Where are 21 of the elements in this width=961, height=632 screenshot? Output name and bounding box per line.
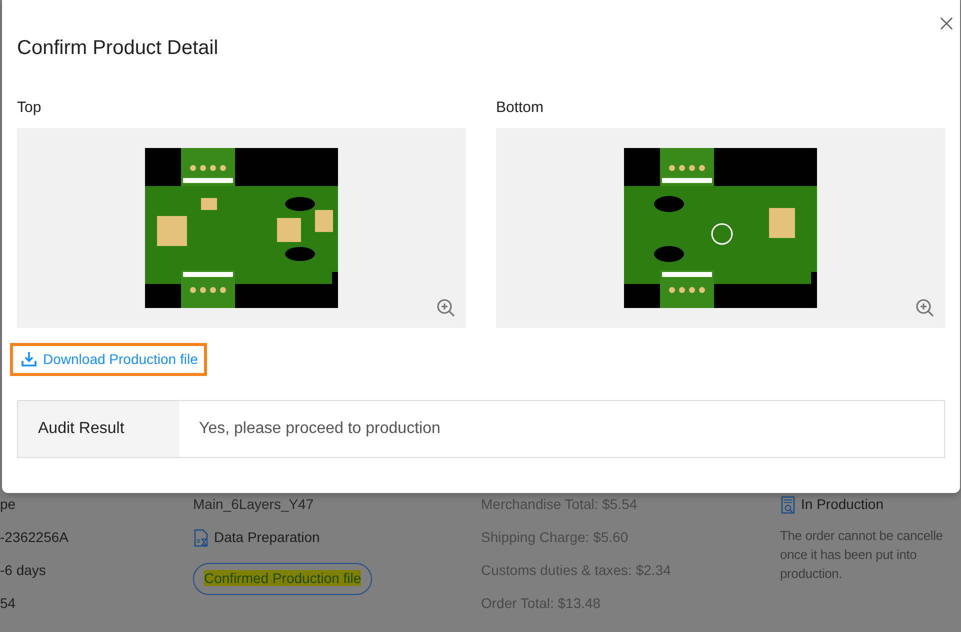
status-badge: Confirmed Production file <box>193 563 372 595</box>
audit-label: Audit Result <box>18 401 179 457</box>
download-icon[interactable] <box>21 351 37 367</box>
audit-value: Yes, please proceed to production <box>198 419 440 439</box>
status-text: Data Preparation <box>214 528 320 547</box>
zoom-in-icon[interactable] <box>915 298 935 318</box>
download-link[interactable]: Download Production file <box>10 343 207 376</box>
order-detail-text: 54 <box>0 594 17 613</box>
dialog-title: Confirm Product Detail <box>17 37 218 60</box>
view-label: Bottom <box>496 99 545 116</box>
status-text: In Production <box>801 495 884 514</box>
close-icon[interactable] <box>939 16 954 31</box>
view-label: Top <box>17 99 42 116</box>
order-detail-text: pe <box>0 495 17 514</box>
order-detail-text: -2362256A <box>0 528 70 547</box>
order-detail-text: Main_6Layers_Y47 <box>193 495 315 514</box>
document-hourglass-icon <box>193 528 209 546</box>
order-detail-text: -6 days <box>0 561 47 580</box>
cancellation-note: The order cannot be cancelle once it has been put into production. <box>780 527 944 583</box>
document-search-icon <box>780 496 796 514</box>
zoom-in-icon[interactable] <box>436 298 456 318</box>
